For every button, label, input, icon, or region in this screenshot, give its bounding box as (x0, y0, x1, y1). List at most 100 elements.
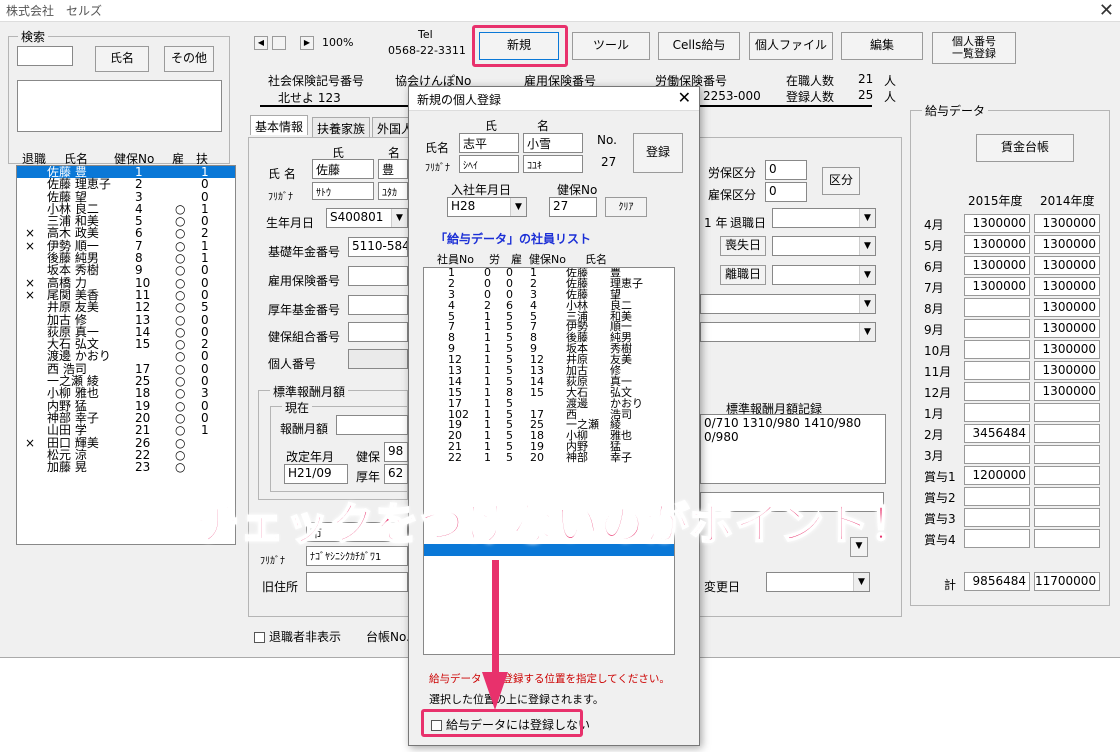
tab-dependents[interactable]: 扶養家族 (312, 117, 371, 137)
kosei-fund-select[interactable]: ▼ (700, 294, 876, 314)
wage-ledger-button[interactable]: 賃金台帳 (976, 134, 1074, 162)
kiso-number-field[interactable]: 5110-584 (348, 237, 408, 257)
payroll-cell-2014[interactable] (1034, 508, 1100, 527)
personal-file-button[interactable]: 個人ファイル (749, 32, 833, 60)
dlg-join-date-select[interactable]: H28 ▼ (447, 197, 527, 217)
kenpo-grade-field[interactable]: 98 (384, 442, 408, 462)
houshu-field[interactable] (336, 415, 408, 435)
payroll-cell-2015[interactable] (964, 487, 1030, 506)
rouho-field[interactable]: 0 (765, 160, 807, 180)
employee-row[interactable]: 加藤 晃 23 ○ (17, 461, 235, 474)
payroll-cell-2014[interactable]: 1300000 (1034, 340, 1100, 359)
payroll-cell-2015[interactable] (964, 445, 1030, 464)
employee-row[interactable]: 佐藤 理恵子 2 0 (17, 178, 235, 191)
payroll-cell-2015[interactable] (964, 340, 1030, 359)
kaitei-field[interactable]: H21/09 (284, 464, 348, 484)
employee-row[interactable]: × 田口 輝美 26 ○ (17, 436, 235, 449)
window-close-icon[interactable]: ✕ (1099, 0, 1114, 21)
payroll-cell-2014[interactable] (1034, 445, 1100, 464)
dlg-list-row[interactable]: 4 2 6 4 小林 良二 (424, 300, 674, 312)
cells-payroll-button[interactable]: Cells給与 (658, 32, 740, 60)
last-name-field[interactable]: 佐藤 (312, 159, 374, 179)
payroll-cell-2014[interactable]: 1300000 (1034, 214, 1100, 233)
dlg-last-name-field[interactable]: 志平 (459, 133, 519, 153)
payroll-cell-2015[interactable]: 1300000 (964, 235, 1030, 254)
dlg-register-button[interactable]: 登録 (633, 133, 683, 173)
mynumber-register-button[interactable]: 個人番号 一覧登録 (932, 32, 1016, 64)
employee-row[interactable]: 渡邊 かおり ○ 0 (17, 350, 235, 363)
employee-row[interactable]: 山田 学 21 ○ 1 (17, 424, 235, 437)
kubun-button[interactable]: 区分 (822, 167, 860, 195)
payroll-cell-2015[interactable] (964, 298, 1030, 317)
mynumber-field[interactable] (348, 349, 408, 369)
retire-date-select[interactable]: ▼ (772, 208, 876, 228)
payroll-cell-2014[interactable] (1034, 403, 1100, 422)
payroll-cell-2014[interactable]: 1300000 (1034, 277, 1100, 296)
payroll-cell-2014[interactable]: 1300000 (1034, 361, 1100, 380)
employee-row[interactable]: 坂本 秀樹 9 ○ 0 (17, 264, 235, 277)
payroll-cell-2015[interactable] (964, 319, 1030, 338)
scroll-left-icon[interactable]: ◀ (254, 36, 268, 50)
payroll-cell-2014[interactable] (1034, 529, 1100, 548)
dlg-list-row[interactable]: 2 0 0 2 佐藤 理恵子 (424, 278, 674, 290)
dialog-close-icon[interactable]: ✕ (678, 88, 691, 107)
payroll-cell-2014[interactable]: 1300000 (1034, 256, 1100, 275)
koyo-number-field[interactable] (348, 266, 408, 286)
search-other-button[interactable]: その他 (164, 46, 214, 72)
dlg-kenpo-field[interactable]: 27 (549, 197, 597, 217)
dlg-list-row[interactable]: 7 1 5 7 伊勢 順一 (424, 322, 674, 333)
dlg-first-name-field[interactable]: 小雪 (523, 133, 583, 153)
record-box[interactable]: 0/710 1310/980 1410/980 0/980 (700, 414, 886, 484)
kenpo-kumiai-select[interactable]: ▼ (700, 322, 876, 342)
employee-row[interactable]: 加古 修 13 ○ 0 (17, 313, 235, 326)
dlg-last-kana-field[interactable]: ｼﾍｲ (459, 155, 519, 173)
retiree-hidden-checkbox[interactable]: 退職者非表示 (254, 628, 341, 645)
kosei-fund-field[interactable] (348, 295, 408, 315)
scroll-thumb[interactable] (272, 36, 286, 50)
dlg-list-row[interactable]: 5 1 5 5 三浦 和美 (424, 311, 674, 323)
payroll-cell-2014[interactable] (1034, 466, 1100, 485)
scroll-right-icon[interactable]: ▶ (300, 36, 314, 50)
payroll-cell-2015[interactable] (964, 508, 1030, 527)
employee-row[interactable]: 小柳 雅也 18 ○ 3 (17, 387, 235, 400)
old-address-field[interactable] (306, 572, 408, 592)
employee-row[interactable]: 井原 友美 12 ○ 5 (17, 301, 235, 314)
dlg-clear-button[interactable]: ｸﾘｱ (605, 197, 647, 217)
first-name-field[interactable]: 豊 (378, 159, 408, 179)
payroll-cell-2014[interactable]: 1300000 (1034, 382, 1100, 401)
payroll-cell-2015[interactable]: 3456484 (964, 424, 1030, 443)
tab-basic-info[interactable]: 基本情報 (250, 115, 309, 135)
dlg-employee-list[interactable]: 1 0 0 1 佐藤 豊 2 0 0 2 佐藤 理恵子 3 0 0 3 佐藤 望 4 2 6 4 小林 良二 5 1 5 5 三… (423, 267, 675, 655)
dlg-list-row[interactable]: 8 1 5 8 後藤 純男 (424, 332, 674, 344)
tools-button[interactable]: ツール (572, 32, 650, 60)
first-kana-field[interactable]: ﾕﾀｶ (378, 182, 408, 200)
search-input[interactable] (17, 46, 73, 66)
dlg-first-kana-field[interactable]: ｺﾕｷ (523, 155, 583, 173)
employee-row[interactable]: × 高木 政美 6 ○ 2 (17, 227, 235, 240)
birth-date-select[interactable]: S400801 ▼ (326, 208, 408, 228)
payroll-cell-2015[interactable]: 1300000 (964, 256, 1030, 275)
payroll-cell-2015[interactable]: 1300000 (964, 214, 1030, 233)
edit-button[interactable]: 編集 (841, 32, 923, 60)
payroll-cell-2014[interactable]: 1300000 (1034, 298, 1100, 317)
separation-date-select[interactable]: ▼ (772, 265, 876, 285)
payroll-cell-2014[interactable] (1034, 424, 1100, 443)
payroll-cell-2015[interactable]: 1300000 (964, 277, 1030, 296)
loss-date-button[interactable]: 喪失日 (720, 236, 766, 256)
search-result-box[interactable] (17, 80, 222, 132)
payroll-cell-2015[interactable] (964, 529, 1030, 548)
last-kana-field[interactable]: ｻﾄｳ (312, 182, 374, 200)
payroll-cell-2014[interactable] (1034, 487, 1100, 506)
loss-date-select[interactable]: ▼ (772, 236, 876, 256)
separation-date-button[interactable]: 離職日 (720, 265, 766, 285)
payroll-cell-2015[interactable] (964, 403, 1030, 422)
dlg-list-row[interactable]: 22 1 5 20 神部 幸子 (424, 452, 674, 464)
kounen-field[interactable]: 62 (384, 464, 408, 484)
payroll-cell-2014[interactable]: 1300000 (1034, 235, 1100, 254)
payroll-cell-2014[interactable]: 1300000 (1034, 319, 1100, 338)
search-name-button[interactable]: 氏名 (95, 46, 149, 72)
payroll-cell-2015[interactable]: 1200000 (964, 466, 1030, 485)
payroll-cell-2015[interactable] (964, 382, 1030, 401)
koho-field[interactable]: 0 (765, 182, 807, 202)
change-date-select[interactable]: ▼ (766, 572, 870, 592)
